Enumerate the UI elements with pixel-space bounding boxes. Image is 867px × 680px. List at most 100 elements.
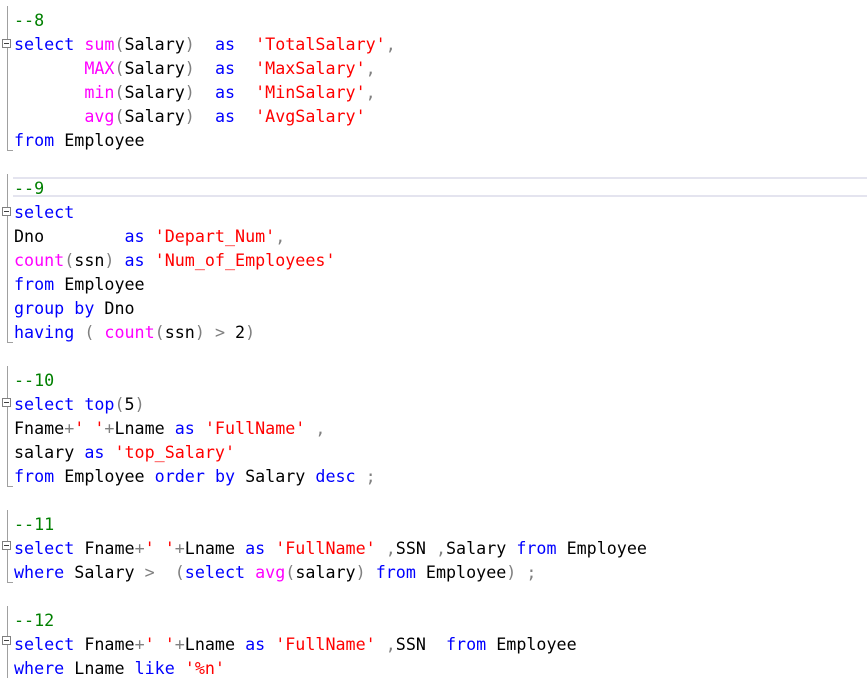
code-token-identifier: [195, 58, 215, 78]
code-token-operator: +: [64, 418, 75, 438]
code-line[interactable]: --10: [14, 368, 54, 392]
code-line[interactable]: MAX(Salary) as 'MaxSalary',: [14, 56, 375, 80]
code-token-keyword: as: [214, 34, 236, 54]
code-line[interactable]: Dno as 'Depart_Num',: [14, 224, 285, 248]
code-token-operator: ): [184, 34, 195, 54]
code-token-string: 'MaxSalary': [255, 58, 366, 78]
code-token-operator: ): [506, 562, 517, 582]
code-line[interactable]: select: [14, 200, 74, 224]
code-token-keyword: desc: [315, 466, 356, 486]
code-line[interactable]: from Employee: [14, 272, 145, 296]
code-token-operator: (: [114, 106, 125, 126]
code-token-keyword: select: [14, 538, 75, 558]
code-token-operator: (: [84, 322, 95, 342]
code-line[interactable]: min(Salary) as 'MinSalary',: [14, 80, 375, 104]
code-token-keyword: order: [154, 466, 205, 486]
code-token-operator: ): [184, 82, 195, 102]
code-line[interactable]: avg(Salary) as 'AvgSalary': [14, 104, 366, 128]
code-token-string: 'FullName': [275, 538, 376, 558]
code-token-operator: ;: [526, 562, 537, 582]
code-token-identifier: Employee: [486, 634, 577, 654]
code-token-identifier: [14, 58, 84, 78]
code-token-identifier: Dno: [94, 298, 135, 318]
code-line[interactable]: select top(5): [14, 392, 145, 416]
collapse-select-11-icon[interactable]: [2, 541, 11, 550]
code-token-comment: --10: [14, 370, 55, 390]
code-token-identifier: 5: [124, 394, 135, 414]
code-line[interactable]: from Employee order by Salary desc ;: [14, 464, 376, 488]
code-token-identifier: [74, 394, 84, 414]
code-token-identifier: salary: [295, 562, 356, 582]
code-line[interactable]: select Fname+' '+Lname as 'FullName' ,SS…: [14, 632, 577, 656]
code-token-operator: +: [134, 634, 145, 654]
collapse-select-8-icon[interactable]: [2, 39, 11, 48]
collapse-select-10-icon[interactable]: [2, 398, 11, 407]
code-token-identifier: [366, 562, 376, 582]
code-token-identifier: [145, 226, 155, 246]
code-token-identifier: Fname: [74, 634, 135, 654]
code-token-identifier: ssn: [164, 322, 195, 342]
outline-guide: [7, 366, 8, 486]
sql-query-editor[interactable]: --8 select sum(Salary) as 'TotalSalary', …: [0, 0, 867, 678]
code-token-operator: >: [214, 322, 225, 342]
code-token-keyword: by: [214, 466, 236, 486]
code-token-operator: ;: [365, 466, 376, 486]
code-token-identifier: [235, 58, 255, 78]
code-token-keyword: from: [516, 538, 557, 558]
code-token-identifier: [265, 634, 275, 654]
code-token-string: 'AvgSalary': [255, 106, 366, 126]
code-token-operator: ): [245, 322, 256, 342]
code-line[interactable]: --11: [14, 512, 54, 536]
code-token-operator: ): [104, 250, 115, 270]
code-token-comment: --8: [14, 10, 45, 30]
code-line[interactable]: --9: [14, 176, 44, 200]
code-token-identifier: Lname: [184, 538, 246, 558]
code-token-identifier: Employee: [54, 274, 145, 294]
code-token-keyword: as: [245, 538, 266, 558]
code-line[interactable]: select Fname+' '+Lname as 'FullName' ,SS…: [14, 536, 647, 560]
code-token-string: 'top_Salary': [114, 442, 236, 462]
code-token-identifier: Salary: [124, 34, 185, 54]
current-line-highlight: [13, 177, 867, 197]
code-line[interactable]: where Lname like '%n': [14, 656, 225, 680]
code-line[interactable]: group by Dno: [14, 296, 135, 320]
code-token-operator: (: [174, 562, 185, 582]
code-token-operator: ,: [385, 538, 396, 558]
code-token-identifier: Lname: [64, 658, 135, 678]
code-token-identifier: [175, 658, 185, 678]
code-line[interactable]: Fname+' '+Lname as 'FullName' ,: [14, 416, 325, 440]
collapse-select-9-icon[interactable]: [2, 207, 11, 216]
code-token-keyword: group: [14, 298, 65, 318]
code-line[interactable]: count(ssn) as 'Num_of_Employees': [14, 248, 336, 272]
code-token-operator: ): [134, 394, 145, 414]
code-line[interactable]: where Salary > (select avg(salary) from …: [14, 560, 536, 584]
code-line[interactable]: --12: [14, 608, 54, 632]
code-token-function: min: [84, 82, 115, 102]
outline-end: [7, 486, 13, 487]
code-line[interactable]: salary as 'top_Salary': [14, 440, 235, 464]
code-line[interactable]: having ( count(ssn) > 2): [14, 320, 255, 344]
code-token-identifier: [74, 322, 84, 342]
code-token-identifier: [94, 322, 104, 342]
code-token-keyword: as: [214, 82, 236, 102]
code-token-identifier: [235, 106, 255, 126]
code-line[interactable]: select sum(Salary) as 'TotalSalary',: [14, 32, 396, 56]
code-token-string: ' ': [74, 418, 105, 438]
code-token-identifier: [235, 82, 255, 102]
code-line[interactable]: --8: [14, 8, 44, 32]
code-token-identifier: Fname: [14, 418, 65, 438]
code-token-keyword: where: [14, 658, 65, 678]
code-token-keyword: from: [375, 562, 416, 582]
code-token-identifier: salary: [14, 442, 85, 462]
code-token-function: count: [14, 250, 65, 270]
code-token-keyword: select: [14, 202, 75, 222]
code-line[interactable]: from Employee: [14, 128, 145, 152]
code-token-operator: (: [114, 34, 125, 54]
code-token-identifier: SSN: [395, 634, 447, 654]
code-token-string: ' ': [144, 538, 175, 558]
code-token-keyword: from: [446, 634, 487, 654]
code-token-identifier: [356, 466, 366, 486]
collapse-select-12-icon[interactable]: [2, 636, 11, 645]
code-token-function: MAX: [84, 58, 115, 78]
code-token-comment: --11: [14, 514, 55, 534]
